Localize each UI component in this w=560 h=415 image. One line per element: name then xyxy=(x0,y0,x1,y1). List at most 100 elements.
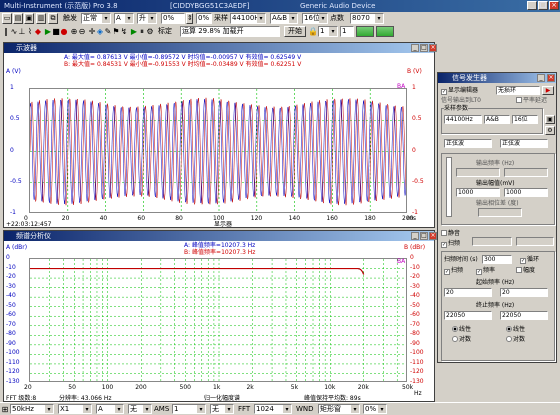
sweep-mode-checkbox[interactable]: ✓ 扫频 xyxy=(444,266,463,275)
calibrate-icon[interactable]: ⚙ xyxy=(146,26,154,37)
amp-b-input[interactable]: 1000 xyxy=(504,188,548,197)
bits-select[interactable]: 16位 xyxy=(302,13,328,24)
display-editor-checkbox[interactable]: ✓ 显示编辑器 xyxy=(441,86,478,95)
record-icon[interactable]: ● xyxy=(60,26,68,37)
x-zoom-select[interactable]: X1 xyxy=(58,404,92,414)
display-editor-label: 显示编辑器 xyxy=(448,87,479,94)
log-b-radio[interactable]: 对数 xyxy=(506,335,525,344)
duration-input[interactable]: 300 xyxy=(482,255,512,264)
fft-rate-select[interactable]: 50kHz xyxy=(10,404,54,414)
copy-icon[interactable]: ⧉ xyxy=(48,13,58,24)
lin-b-radio[interactable]: 线性 xyxy=(506,325,525,334)
sweep-select-b[interactable] xyxy=(516,237,554,246)
pretrigger-input[interactable]: 0% xyxy=(196,13,212,24)
run-icon[interactable]: ▶ xyxy=(130,26,138,37)
freq-b-input[interactable] xyxy=(504,168,548,177)
gen-bits-select[interactable]: 16位 xyxy=(512,115,538,124)
osc-minimize-button[interactable]: _ xyxy=(411,44,419,52)
channel-select[interactable]: A&B xyxy=(270,13,298,24)
spec-close-button[interactable]: × xyxy=(429,232,437,240)
spectrum-plot[interactable] xyxy=(29,258,407,382)
repeat-select[interactable]: 1 xyxy=(318,26,338,37)
status-ch-select[interactable]: A xyxy=(96,404,124,414)
play-icon[interactable]: ▶ xyxy=(44,26,52,37)
gen-rate-select[interactable]: 44100Hz xyxy=(444,115,482,124)
display-editor-select[interactable]: 无损环 xyxy=(496,86,540,95)
close-button[interactable]: × xyxy=(549,1,559,10)
start-freq-a-input[interactable]: 20 xyxy=(444,288,492,297)
fft-points-select[interactable]: 1024 xyxy=(254,404,292,414)
phase-input[interactable] xyxy=(478,208,522,217)
bookmark-icon[interactable]: ⚑ xyxy=(112,26,120,37)
freq-a-input[interactable] xyxy=(456,168,500,177)
mute-checkbox[interactable]: 静音 xyxy=(441,229,460,238)
gen-run-icon[interactable]: ▶ xyxy=(542,86,554,95)
spec-y-tick-right: -100 xyxy=(410,349,424,357)
sweep-select-a[interactable] xyxy=(472,237,512,246)
stop-icon[interactable]: ■ xyxy=(52,26,60,37)
export-checkbox[interactable]: 平率延迟 xyxy=(516,96,547,105)
new-icon[interactable]: ▭ xyxy=(2,13,12,24)
mode-freq-checkbox[interactable]: ✓ 频率 xyxy=(476,266,495,275)
oscilloscope-plot[interactable] xyxy=(29,88,407,213)
trigger-label: 触发 xyxy=(63,14,77,22)
spec-y-tick-right: -70 xyxy=(410,320,420,328)
arrow-icon[interactable]: ↯ xyxy=(120,26,128,37)
measure-icon[interactable]: ◈ xyxy=(96,26,104,37)
step-icon[interactable]: ∿ xyxy=(10,26,18,37)
trigger-channel-select[interactable]: A xyxy=(114,13,134,24)
sample-rate-select[interactable]: 44100Hz xyxy=(230,13,266,24)
window-select[interactable]: 矩形窗 xyxy=(318,404,360,414)
trigger-edge-select[interactable]: 升 xyxy=(137,13,157,24)
amp-a-input[interactable]: 1000 xyxy=(456,188,500,197)
points-select[interactable]: 8070 xyxy=(350,13,384,24)
sweep-checkbox[interactable]: ✓ 扫频 xyxy=(441,239,460,248)
gen-chan-select[interactable]: A&B xyxy=(484,115,510,124)
start-button[interactable]: 开始 xyxy=(284,26,306,37)
minimize-button[interactable]: _ xyxy=(527,1,537,10)
oscilloscope-titlebar[interactable]: 示波器 xyxy=(4,43,434,53)
count-input[interactable]: 1 xyxy=(340,26,354,37)
cursor-icon[interactable]: ✛ xyxy=(88,26,96,37)
spectrum-titlebar[interactable]: 频谱分析仪 xyxy=(4,231,434,241)
lin-a-radio[interactable]: 线性 xyxy=(452,325,471,334)
zoom-out-icon[interactable]: ⊖ xyxy=(78,26,86,37)
spec-x-tick: 20k xyxy=(357,384,369,391)
spec-minimize-button[interactable]: _ xyxy=(411,232,419,240)
save-icon[interactable]: ▣ xyxy=(24,13,34,24)
zoom-in-icon[interactable]: ⊕ xyxy=(70,26,78,37)
hold-icon[interactable]: ⊥ xyxy=(18,26,26,37)
level-spin[interactable]: ⇕ xyxy=(186,13,193,24)
ams-select[interactable]: 1 xyxy=(172,404,206,414)
loop-checkbox[interactable]: ✓ 循环 xyxy=(520,255,539,264)
mode-amp-checkbox[interactable]: 幅度 xyxy=(516,266,535,275)
stop-freq-b-input[interactable]: 22050 xyxy=(500,311,548,320)
lock-icon[interactable]: 🔒 xyxy=(308,26,318,37)
overlap-select[interactable]: 0% xyxy=(363,404,387,414)
gen-close-button[interactable]: × xyxy=(547,74,555,82)
stop-freq-a-input[interactable]: 22050 xyxy=(444,311,492,320)
start-freq-b-input[interactable]: 20 xyxy=(500,288,548,297)
maximize-button[interactable]: □ xyxy=(538,1,548,10)
pause-icon[interactable]: ⏸ xyxy=(138,26,146,37)
log-a-radio[interactable]: 对数 xyxy=(452,335,471,344)
spec-maximize-button[interactable]: □ xyxy=(420,232,428,240)
mark-icon[interactable]: ✎ xyxy=(104,26,112,37)
osc-close-button[interactable]: × xyxy=(429,44,437,52)
osc-maximize-button[interactable]: □ xyxy=(420,44,428,52)
gen-minimize-button[interactable]: _ xyxy=(537,74,545,82)
wave-a-select[interactable]: 正弦波 xyxy=(444,139,492,148)
status-none2-select[interactable]: 无 xyxy=(210,404,234,414)
single-icon[interactable]: ◆ xyxy=(34,26,42,37)
trace-icon[interactable]: ⌇ xyxy=(26,26,34,37)
status-none1-select[interactable]: 无 xyxy=(128,404,152,414)
print-icon[interactable]: ▥ xyxy=(36,13,46,24)
wave-b-select[interactable]: 正弦波 xyxy=(500,139,548,148)
volume-slider[interactable] xyxy=(446,157,452,217)
trigger-mode-select[interactable]: 正常 xyxy=(81,13,111,24)
trigger-level-input[interactable]: 0% xyxy=(161,13,185,24)
open-icon[interactable]: ▤ xyxy=(13,13,23,24)
auto-icon[interactable]: ‖ xyxy=(2,26,10,37)
gen-save-icon[interactable]: ▣ xyxy=(545,115,555,124)
gen-settings-icon[interactable]: ⚙ xyxy=(545,126,555,135)
